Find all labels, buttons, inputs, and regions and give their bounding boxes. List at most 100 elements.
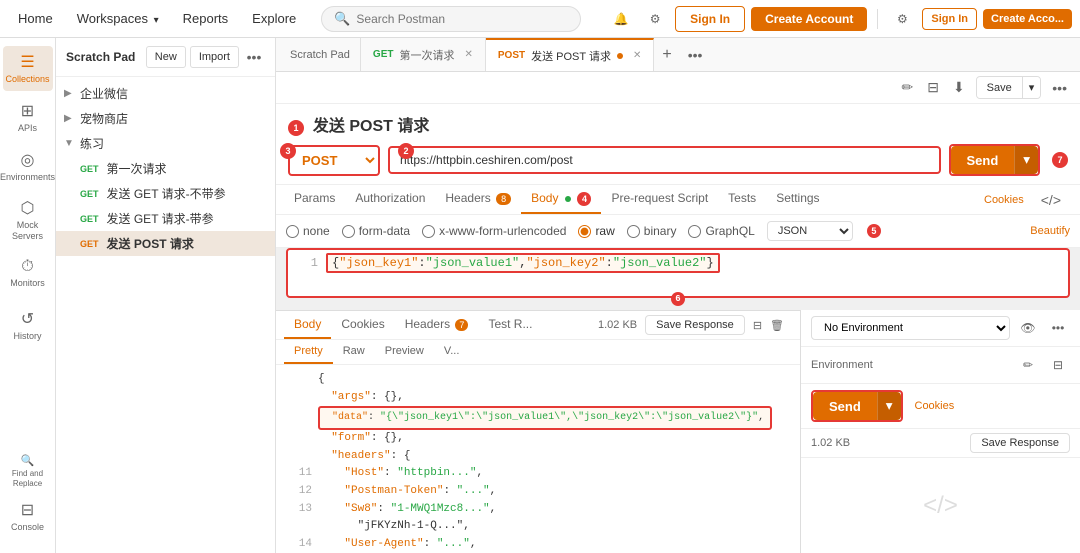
- req-tab-params[interactable]: Params: [284, 185, 345, 214]
- right-copy-icon[interactable]: ⊟: [1046, 353, 1070, 377]
- req-tab-auth[interactable]: Authorization: [345, 185, 435, 214]
- req-tab-prerequest[interactable]: Pre-request Script: [601, 185, 718, 214]
- nav-explore[interactable]: Explore: [242, 7, 306, 30]
- signin-button[interactable]: Sign In: [675, 6, 745, 32]
- add-tab-button[interactable]: +: [654, 46, 679, 64]
- env-eye-icon[interactable]: 👁: [1016, 316, 1040, 340]
- res-subtab-raw[interactable]: Raw: [333, 340, 375, 364]
- radio-none[interactable]: none: [286, 224, 330, 238]
- sidebar-item-monitors[interactable]: ⏱ Monitors: [3, 252, 53, 295]
- url-input[interactable]: [388, 146, 941, 174]
- res-line-form: "form": {},: [288, 430, 788, 448]
- search-icon: 🔍: [334, 11, 350, 27]
- body-type-select[interactable]: JSON Text JavaScript HTML XML: [767, 221, 853, 241]
- workspaces-chevron-icon: ▾: [154, 15, 159, 26]
- res-line-11: 11 "Host": "httpbin...",: [288, 465, 788, 483]
- create-account-button-2[interactable]: Create Acco...: [983, 9, 1072, 29]
- trash-icon[interactable]: 🗑: [770, 319, 784, 332]
- create-account-button[interactable]: Create Account: [751, 7, 867, 31]
- sidebar-item-mock-servers[interactable]: ⬡ Mock Servers: [3, 192, 53, 248]
- save-button[interactable]: Save: [977, 78, 1022, 98]
- settings-icon[interactable]: ⚙: [641, 5, 669, 33]
- new-button[interactable]: New: [146, 46, 186, 68]
- sidebar-bottom: 🔍 Find andReplace ⊟ Console: [3, 448, 53, 545]
- right-cookies-button[interactable]: Cookies: [909, 396, 961, 416]
- tree-item-weixin[interactable]: ▶ 企业微信: [56, 81, 275, 106]
- nav-reports[interactable]: Reports: [173, 7, 239, 30]
- res-subtab-pretty[interactable]: Pretty: [284, 340, 333, 364]
- radio-graphql[interactable]: GraphQL: [688, 224, 754, 238]
- radio-urlencoded[interactable]: x-www-form-urlencoded: [422, 224, 566, 238]
- save-dropdown-button[interactable]: ▾: [1022, 77, 1041, 98]
- chevron-right-icon-2: ▶: [64, 113, 76, 124]
- more-tabs-icon[interactable]: •••: [680, 47, 711, 63]
- more-options-btn[interactable]: •••: [1049, 77, 1070, 99]
- sidebar-item-apis[interactable]: ⊞ APIs: [3, 95, 53, 140]
- req-tab-settings[interactable]: Settings: [766, 185, 829, 214]
- tree-item-first-req[interactable]: GET 第一次请求: [56, 156, 275, 181]
- label-num-3: 3: [280, 143, 296, 159]
- download-icon[interactable]: ⬇: [950, 76, 968, 99]
- nav-workspaces[interactable]: Workspaces ▾: [67, 7, 169, 30]
- copy-icon[interactable]: ⊟: [924, 76, 942, 99]
- sidebar-item-collections[interactable]: ☰ Collections: [3, 46, 53, 91]
- tree-item-petstore[interactable]: ▶ 宠物商店: [56, 106, 275, 131]
- code-editor[interactable]: 1 {"json_key1":"json_value1","json_key2"…: [286, 248, 1070, 298]
- radio-binary[interactable]: binary: [627, 224, 677, 238]
- res-subtab-preview[interactable]: Preview: [375, 340, 434, 364]
- tree-item-get-no-param[interactable]: GET 发送 GET 请求-不带参: [56, 181, 275, 206]
- right-send-button[interactable]: Send: [813, 392, 877, 420]
- body-options-bar: none form-data x-www-form-urlencoded raw…: [276, 215, 1080, 248]
- environment-select[interactable]: No Environment: [811, 316, 1010, 340]
- more-options-icon[interactable]: •••: [243, 46, 265, 68]
- res-tab-test[interactable]: Test R...: [478, 311, 542, 339]
- tree-item-practice[interactable]: ▼ 练习: [56, 131, 275, 156]
- history-icon: ↺: [21, 309, 34, 329]
- method-select[interactable]: POST GET PUT DELETE: [288, 145, 380, 176]
- console-btn[interactable]: ⊟ Console: [3, 494, 53, 539]
- radio-raw[interactable]: raw: [578, 224, 614, 238]
- right-edit-icon[interactable]: ✏: [1016, 353, 1040, 377]
- beautify-button[interactable]: Beautify: [1030, 225, 1070, 237]
- save-response-button[interactable]: Save Response: [645, 315, 745, 335]
- sidebar-item-history[interactable]: ↺ History: [3, 303, 53, 348]
- env-more-icon[interactable]: •••: [1046, 316, 1070, 340]
- res-tab-headers[interactable]: Headers 7: [395, 311, 479, 339]
- send-dropdown[interactable]: ▾: [1014, 146, 1038, 174]
- tab-post-active[interactable]: POST 发送 POST 请求 ✕: [486, 38, 655, 72]
- sidebar-item-environments[interactable]: ◎ Environments: [3, 144, 53, 189]
- tab-close-icon-post[interactable]: ✕: [633, 50, 641, 61]
- import-button[interactable]: Import: [190, 46, 239, 68]
- search-input[interactable]: [356, 12, 568, 26]
- sidebar-label-apis: APIs: [18, 123, 37, 134]
- copy-response-icon[interactable]: ⊟: [753, 319, 762, 332]
- radio-form-data[interactable]: form-data: [342, 224, 410, 238]
- right-send-dropdown[interactable]: ▾: [877, 392, 901, 420]
- notification-icon[interactable]: 🔔: [607, 5, 635, 33]
- signin-button-2[interactable]: Sign In: [922, 8, 977, 30]
- request-tabs: Params Authorization Headers 8 Body 4 Pr…: [276, 185, 1080, 215]
- tree-item-get-param[interactable]: GET 发送 GET 请求-带参: [56, 206, 275, 231]
- res-tab-cookies[interactable]: Cookies: [331, 311, 394, 339]
- right-save-response[interactable]: Save Response: [970, 433, 1070, 453]
- tab-close-icon[interactable]: ✕: [464, 49, 472, 60]
- edit-icon[interactable]: ✏: [898, 76, 916, 99]
- res-subtab-visualize[interactable]: V...: [434, 340, 470, 364]
- code-icon[interactable]: </>: [1038, 189, 1064, 211]
- nav-home[interactable]: Home: [8, 7, 63, 30]
- right-panel-content: </>: [801, 458, 1080, 553]
- req-tab-body[interactable]: Body 4: [521, 185, 601, 214]
- req-tab-tests[interactable]: Tests: [718, 185, 766, 214]
- right-panel-env-label: Environment ✏ ⊟: [801, 347, 1080, 384]
- req-tab-headers[interactable]: Headers 8: [435, 185, 521, 214]
- mock-icon: ⬡: [21, 198, 35, 218]
- settings-icon-2[interactable]: ⚙: [888, 5, 916, 33]
- tab-get-first[interactable]: GET 第一次请求 ✕: [361, 38, 486, 72]
- find-replace-btn[interactable]: 🔍 Find andReplace: [3, 448, 53, 494]
- tree-item-post-req[interactable]: GET 发送 POST 请求: [56, 231, 275, 256]
- tree-label-2: 宠物商店: [80, 110, 128, 127]
- res-tab-body[interactable]: Body: [284, 311, 331, 339]
- nav-right-actions: 🔔 ⚙ Sign In Create Account ⚙ Sign In Cre…: [607, 5, 1072, 33]
- cookies-button[interactable]: Cookies: [978, 190, 1030, 210]
- send-button[interactable]: Send: [951, 146, 1015, 174]
